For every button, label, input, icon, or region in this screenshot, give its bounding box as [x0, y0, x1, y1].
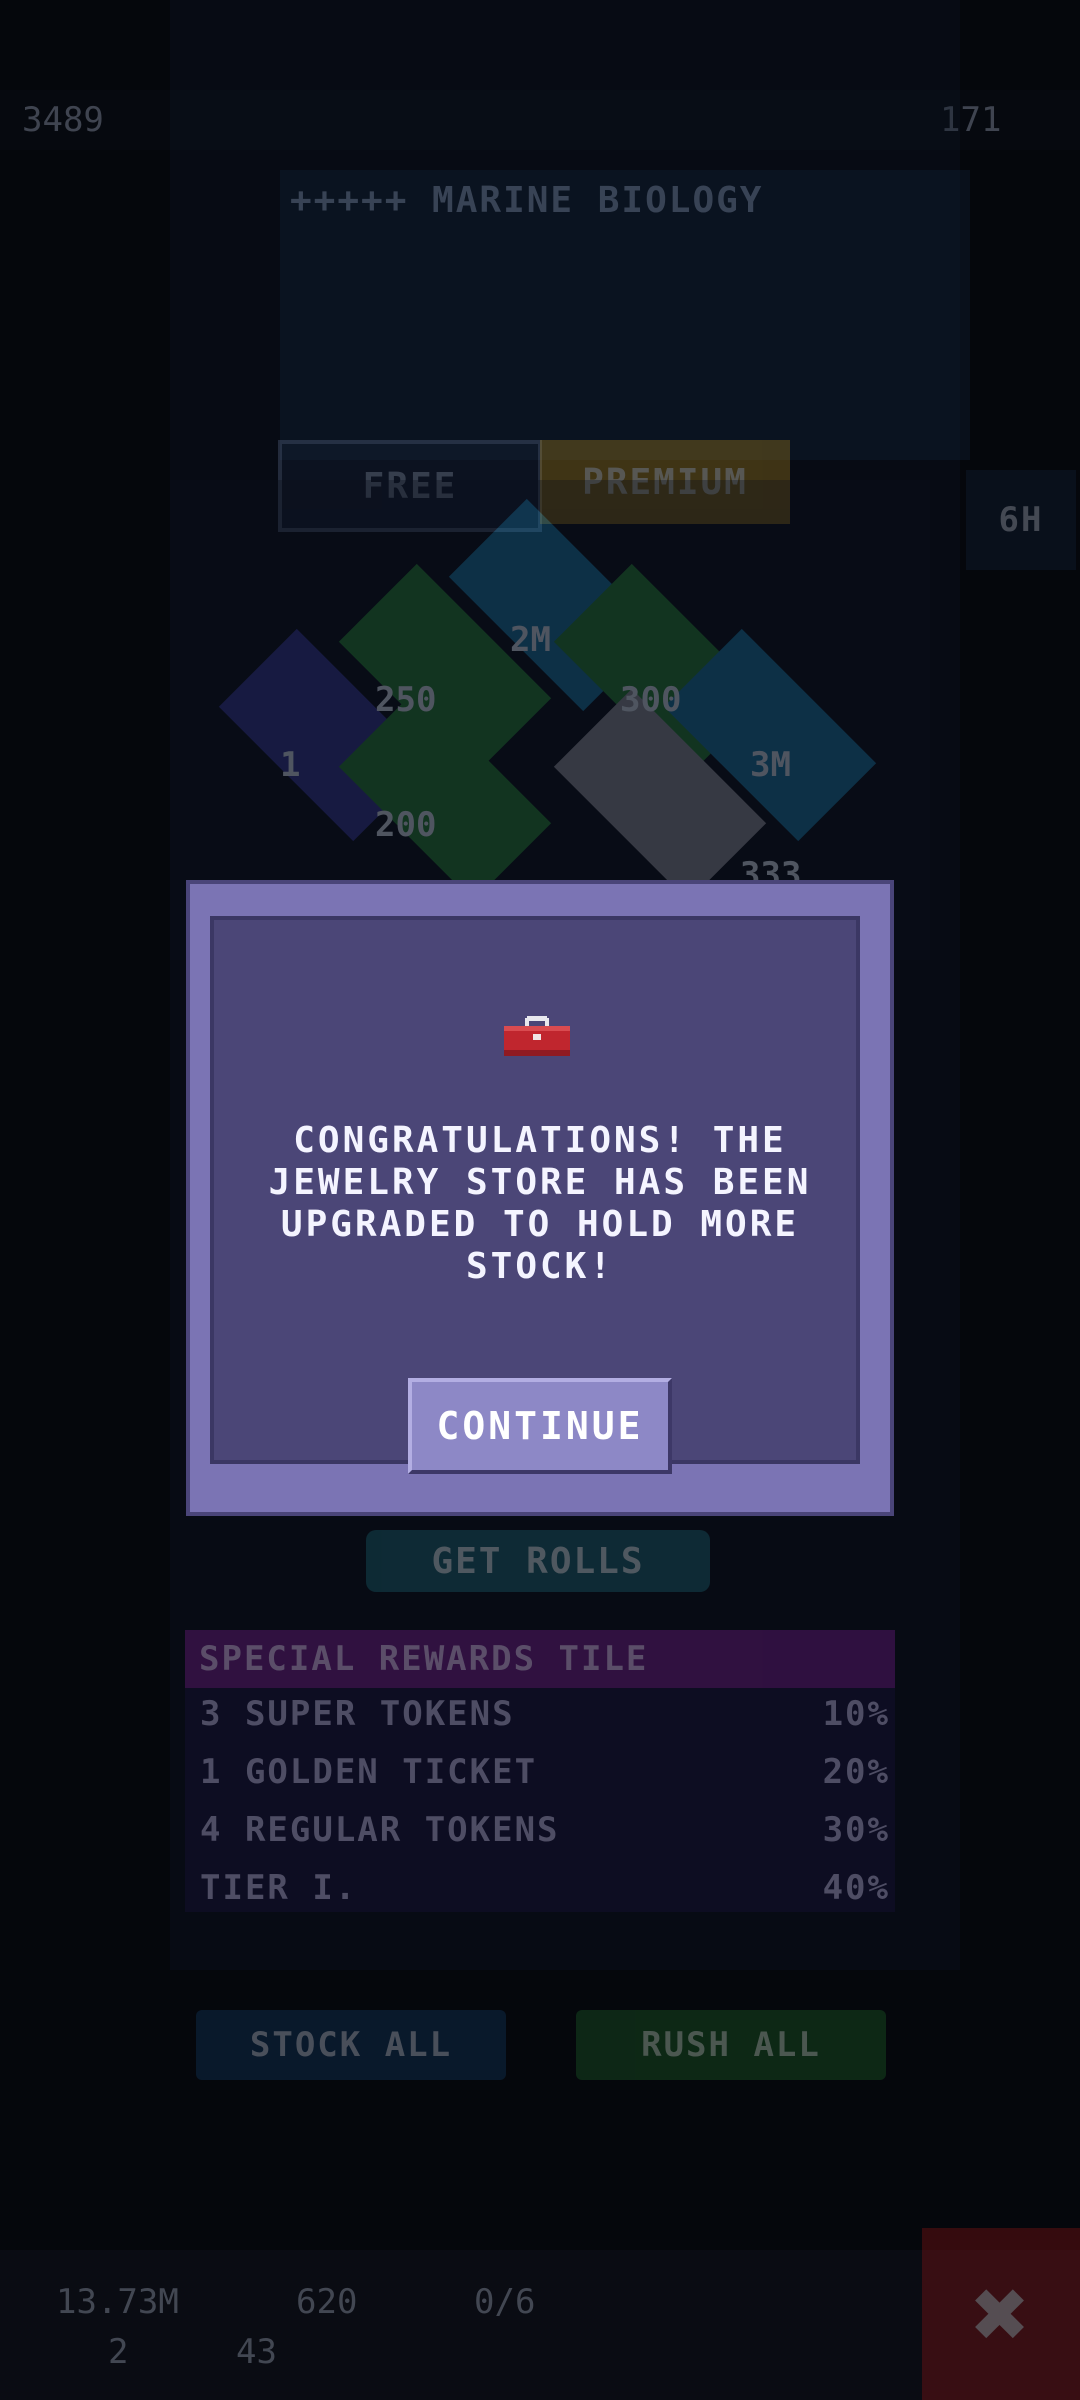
tile-value: 300	[620, 680, 682, 720]
tile-value: 2M	[510, 620, 551, 660]
reward-row: 4 REGULAR TOKENS 30%	[200, 1802, 890, 1858]
reward-label: 3 SUPER TOKENS	[200, 1694, 515, 1734]
event-title: +++++ MARINE BIOLOGY	[290, 180, 764, 221]
gems-count: 2	[108, 2332, 129, 2372]
bux-count: 620	[296, 2282, 358, 2322]
tickets-count: 0/6	[474, 2282, 536, 2322]
upgrade-dialog: CONGRATULATIONS! THE JEWELRY STORE HAS B…	[186, 880, 894, 1516]
tile-value: 1	[280, 745, 301, 785]
reward-percent: 30%	[822, 1810, 890, 1850]
reward-label: TIER I.	[200, 1868, 358, 1908]
stock-all-button[interactable]: STOCK ALL	[196, 2010, 506, 2080]
toolbox-icon	[504, 1016, 570, 1056]
rush-all-button[interactable]: RUSH ALL	[576, 2010, 886, 2080]
close-icon[interactable]: ✖	[922, 2228, 1080, 2400]
left-counter: 3489	[22, 100, 104, 140]
tile-value: 200	[375, 805, 437, 845]
reward-percent: 40%	[822, 1868, 890, 1908]
reward-row: 3 SUPER TOKENS 10%	[200, 1686, 890, 1742]
reward-label: 4 REGULAR TOKENS	[200, 1810, 560, 1850]
get-rolls-button[interactable]: GET ROLLS	[366, 1530, 710, 1592]
tile-value: 3M	[750, 745, 791, 785]
footer-bar	[0, 2250, 1080, 2400]
reward-row: TIER I. 40%	[200, 1860, 890, 1916]
reward-percent: 20%	[822, 1752, 890, 1792]
event-timer: 6H	[966, 470, 1076, 570]
reward-label: 1 GOLDEN TICKET	[200, 1752, 538, 1792]
coins-count: 13.73M	[56, 2282, 179, 2322]
tile-value: 250	[375, 680, 437, 720]
level-count: 43	[236, 2332, 277, 2372]
reward-row: 1 GOLDEN TICKET 20%	[200, 1744, 890, 1800]
continue-button[interactable]: CONTINUE	[408, 1378, 672, 1474]
reward-percent: 10%	[822, 1694, 890, 1734]
dialog-message: CONGRATULATIONS! THE JEWELRY STORE HAS B…	[268, 1120, 812, 1287]
special-rewards-title: SPECIAL REWARDS TILE	[185, 1630, 895, 1688]
